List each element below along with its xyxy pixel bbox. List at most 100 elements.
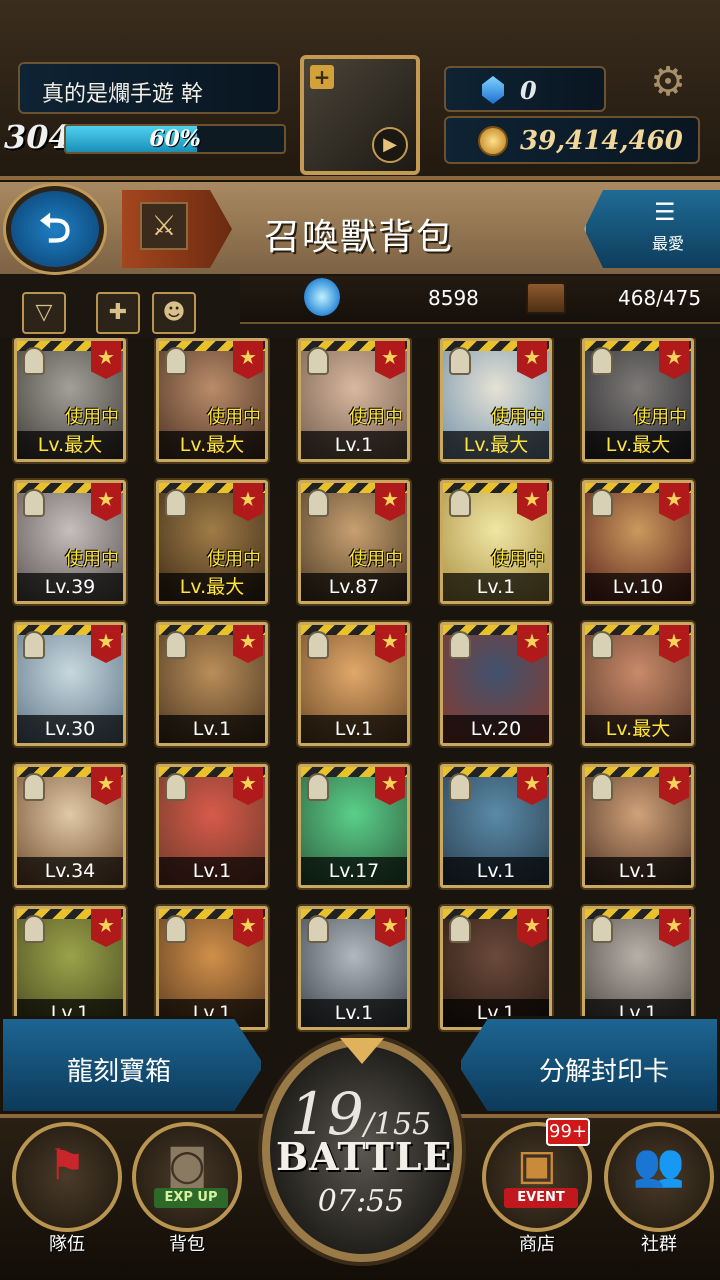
nav-team-label: 隊伍 — [49, 1234, 85, 1255]
summon-card[interactable]: ★ 使用中 Lv.最大 — [582, 338, 694, 462]
lock-icon[interactable] — [449, 915, 471, 943]
card-level: Lv.最大 — [585, 715, 691, 743]
in-use-label: 使用中 — [207, 407, 261, 428]
lock-icon[interactable] — [307, 631, 329, 659]
dragon-chest-button[interactable]: 龍刻寶箱 — [0, 1016, 264, 1114]
card-level: Lv.30 — [17, 715, 123, 743]
star-rank-icon: ★ — [91, 625, 121, 663]
summon-card[interactable]: ★ Lv.1 — [14, 906, 126, 1030]
lock-icon[interactable] — [307, 915, 329, 943]
lock-icon[interactable] — [591, 347, 613, 375]
sword-icon: ⚔ — [140, 202, 188, 250]
lock-icon[interactable] — [449, 773, 471, 801]
summon-card[interactable]: ★ Lv.1 — [440, 764, 552, 888]
summon-card[interactable]: ★ 使用中 Lv.最大 — [14, 338, 126, 462]
summon-card[interactable]: ★ 使用中 Lv.最大 — [156, 338, 268, 462]
spirit-orb-icon — [304, 278, 340, 316]
in-use-label: 使用中 — [491, 407, 545, 428]
favorite-button[interactable]: ☰ 最愛 — [584, 190, 720, 268]
summon-card[interactable]: ★ Lv.1 — [156, 622, 268, 746]
lock-icon[interactable] — [307, 773, 329, 801]
decompose-seal-card-button[interactable]: 分解封印卡 — [458, 1016, 720, 1114]
nav-shop-label: 商店 — [519, 1234, 555, 1255]
lock-icon[interactable] — [165, 347, 187, 375]
leader-portrait[interactable]: + ▶ — [300, 55, 420, 175]
player-name-bar[interactable]: 真的是爛手遊 幹 — [18, 62, 280, 114]
nav-social-button[interactable]: 👥 社群 — [604, 1122, 714, 1255]
summon-card[interactable]: ★ Lv.1 — [298, 622, 410, 746]
play-icon[interactable]: ▶ — [372, 127, 408, 163]
lock-icon[interactable] — [591, 773, 613, 801]
gem-counter[interactable]: 0 — [444, 66, 606, 112]
summon-card[interactable]: ★ Lv.1 — [156, 906, 268, 1030]
filter-funnel-button[interactable]: ▽ — [22, 292, 66, 334]
list-icon: ☰ — [654, 198, 676, 226]
summon-card[interactable]: ★ 使用中 Lv.87 — [298, 480, 410, 604]
lock-icon[interactable] — [449, 489, 471, 517]
summon-card[interactable]: ★ 使用中 Lv.最大 — [440, 338, 552, 462]
lock-icon[interactable] — [23, 773, 45, 801]
lock-icon[interactable] — [165, 631, 187, 659]
summon-card[interactable]: ★ 使用中 Lv.39 — [14, 480, 126, 604]
star-rank-icon: ★ — [375, 483, 405, 521]
lock-icon[interactable] — [307, 347, 329, 375]
lock-icon[interactable] — [23, 489, 45, 517]
spirit-count: 8598 — [428, 286, 479, 310]
decompose-label: 分解封印卡 — [539, 1057, 670, 1087]
summon-card[interactable]: ★ Lv.1 — [440, 906, 552, 1030]
lock-icon[interactable] — [165, 915, 187, 943]
summon-card[interactable]: ★ 使用中 Lv.1 — [298, 338, 410, 462]
equipment-tab[interactable]: ⚔ — [122, 190, 232, 268]
summon-card[interactable]: ★ Lv.34 — [14, 764, 126, 888]
player-name: 真的是爛手遊 幹 — [42, 82, 203, 107]
summon-card[interactable]: ★ Lv.17 — [298, 764, 410, 888]
lock-icon[interactable] — [23, 631, 45, 659]
lock-icon[interactable] — [449, 347, 471, 375]
summon-card[interactable]: ★ Lv.20 — [440, 622, 552, 746]
star-rank-icon: ★ — [233, 483, 263, 521]
summon-card[interactable]: ★ 使用中 Lv.最大 — [156, 480, 268, 604]
lock-icon[interactable] — [307, 489, 329, 517]
summon-card[interactable]: ★ Lv.1 — [156, 764, 268, 888]
summon-card[interactable]: ★ Lv.10 — [582, 480, 694, 604]
back-arrow-icon: ⮌ — [38, 206, 72, 252]
lock-icon[interactable] — [165, 489, 187, 517]
back-button[interactable]: ⮌ — [6, 186, 104, 272]
exp-percent: 60% — [149, 126, 201, 152]
lock-icon[interactable] — [591, 915, 613, 943]
nav-bag-label: 背包 — [169, 1234, 205, 1255]
star-rank-icon: ★ — [233, 625, 263, 663]
lock-icon[interactable] — [591, 631, 613, 659]
lock-icon[interactable] — [23, 915, 45, 943]
element-filter-button[interactable]: ✚ — [96, 292, 140, 334]
lock-icon[interactable] — [165, 773, 187, 801]
lock-icon[interactable] — [449, 631, 471, 659]
settings-gear-icon[interactable]: ⚙ — [628, 52, 708, 112]
in-use-label: 使用中 — [65, 549, 119, 570]
summon-card[interactable]: ★ Lv.最大 — [582, 622, 694, 746]
summon-card[interactable]: ★ Lv.1 — [582, 764, 694, 888]
exp-bar: 60% — [64, 124, 286, 154]
star-rank-icon: ★ — [91, 341, 121, 379]
summon-card[interactable]: ★ Lv.30 — [14, 622, 126, 746]
gem-icon — [482, 76, 504, 104]
summon-card[interactable]: ★ Lv.1 — [582, 906, 694, 1030]
lock-icon[interactable] — [591, 489, 613, 517]
card-level: Lv.20 — [443, 715, 549, 743]
summon-card[interactable]: ★ Lv.1 — [298, 906, 410, 1030]
treasure-chest-icon: ▣ — [517, 1140, 557, 1189]
card-level: Lv.1 — [159, 715, 265, 743]
nav-team-button[interactable]: ⚑ 隊伍 — [12, 1122, 122, 1255]
card-level: Lv.最大 — [443, 431, 549, 459]
star-rank-icon: ★ — [233, 767, 263, 805]
coin-icon — [478, 126, 508, 156]
card-level: Lv.最大 — [17, 431, 123, 459]
in-use-label: 使用中 — [491, 549, 545, 570]
card-level: Lv.最大 — [159, 573, 265, 601]
dragon-chest-label: 龍刻寶箱 — [67, 1057, 172, 1087]
lock-icon[interactable] — [23, 347, 45, 375]
nav-bag-button[interactable]: ◙ EXP UP 背包 — [132, 1122, 242, 1255]
summon-card[interactable]: ★ 使用中 Lv.1 — [440, 480, 552, 604]
face-filter-button[interactable]: ☻ — [152, 292, 196, 334]
card-level: Lv.1 — [443, 857, 549, 885]
